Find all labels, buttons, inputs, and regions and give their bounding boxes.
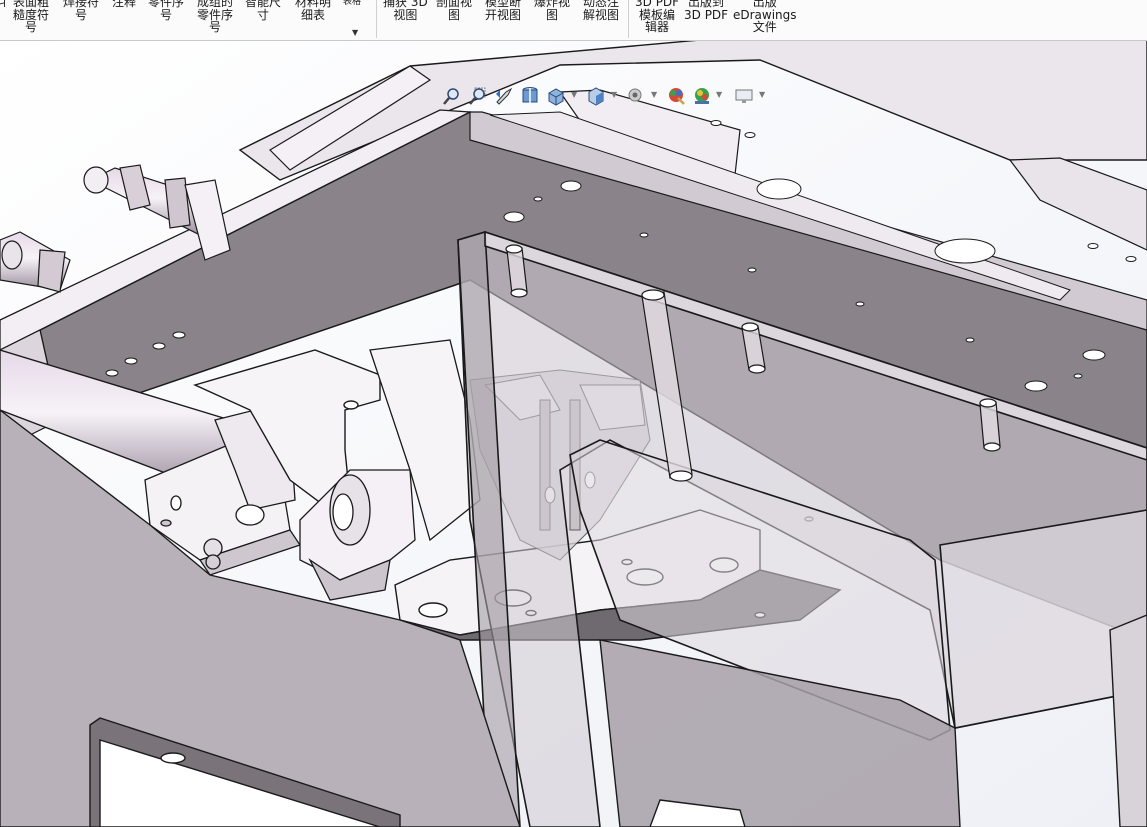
zoom-to-fit-icon[interactable] bbox=[442, 86, 462, 106]
ribbon-3dpdf-template-editor-button[interactable]: 3D PDF 模板编 辑器 bbox=[635, 0, 679, 34]
ribbon-tables-button[interactable]: 表格 bbox=[343, 0, 361, 9]
annotation-ribbon: ㄐ 表面粗 糙度符 号 焊接符 号 注释 零件序 号 成组的 零件序 号 智能尺… bbox=[0, 0, 1147, 41]
apply-scene-icon[interactable] bbox=[692, 86, 712, 106]
ribbon-bom-button[interactable]: 材料明 细表 bbox=[295, 0, 331, 21]
ribbon-publish-3dpdf-button[interactable]: 出版到 3D PDF bbox=[684, 0, 728, 21]
ribbon-smart-dimension-button[interactable]: 智能尺 寸 bbox=[245, 0, 281, 21]
heads-up-view-toolbar: ▼ ▼ ▼ ▼ ▼ bbox=[440, 86, 770, 108]
ribbon-balloon-button[interactable]: 零件序 号 bbox=[148, 0, 184, 21]
ribbon-note-button[interactable]: 注释 bbox=[112, 0, 136, 9]
hide-show-dropdown-icon[interactable]: ▼ bbox=[651, 90, 657, 99]
ribbon-weld-symbol-button[interactable]: 焊接符 号 bbox=[63, 0, 99, 21]
edit-appearance-icon[interactable] bbox=[666, 86, 686, 106]
view-settings-dropdown-icon[interactable]: ▼ bbox=[759, 90, 765, 99]
section-view-icon[interactable] bbox=[520, 86, 540, 106]
ribbon-section-view-button[interactable]: 剖面视 图 bbox=[436, 0, 472, 21]
display-style-icon[interactable] bbox=[586, 86, 606, 106]
ribbon-exploded-view-button[interactable]: 爆炸视 图 bbox=[534, 0, 570, 21]
ribbon-model-break-view-button[interactable]: 模型断 开视图 bbox=[485, 0, 521, 21]
hide-show-items-icon[interactable] bbox=[626, 86, 646, 106]
graphics-area[interactable]: ▼ ▼ ▼ ▼ ▼ bbox=[0, 41, 1147, 827]
ribbon-stacked-balloon-button[interactable]: 成组的 零件序 号 bbox=[197, 0, 233, 34]
ribbon-publish-edrawings-button[interactable]: 出版 eDrawings 文件 bbox=[733, 0, 797, 34]
ribbon-surface-finish-button[interactable]: 表面粗 糙度符 号 bbox=[13, 0, 49, 34]
view-orientation-dropdown-icon[interactable]: ▼ bbox=[571, 90, 577, 99]
scene-dropdown-icon[interactable]: ▼ bbox=[716, 90, 722, 99]
tables-dropdown-icon[interactable]: ▼ bbox=[352, 28, 358, 37]
assembly-model-view[interactable] bbox=[0, 41, 1147, 827]
ribbon-separator bbox=[376, 0, 377, 38]
ribbon-separator bbox=[628, 0, 629, 38]
zoom-to-area-icon[interactable] bbox=[468, 86, 488, 106]
ribbon-dynamic-annotation-views-button[interactable]: 动态注 解视图 bbox=[583, 0, 619, 21]
previous-view-icon[interactable] bbox=[494, 86, 514, 106]
display-style-dropdown-icon[interactable]: ▼ bbox=[611, 90, 617, 99]
ribbon-capture-3d-view-button[interactable]: 捕获 3D 视图 bbox=[383, 0, 428, 21]
ribbon-item-clipped[interactable]: ㄐ bbox=[0, 0, 8, 9]
view-settings-icon[interactable] bbox=[734, 86, 754, 106]
view-orientation-icon[interactable] bbox=[546, 86, 566, 106]
